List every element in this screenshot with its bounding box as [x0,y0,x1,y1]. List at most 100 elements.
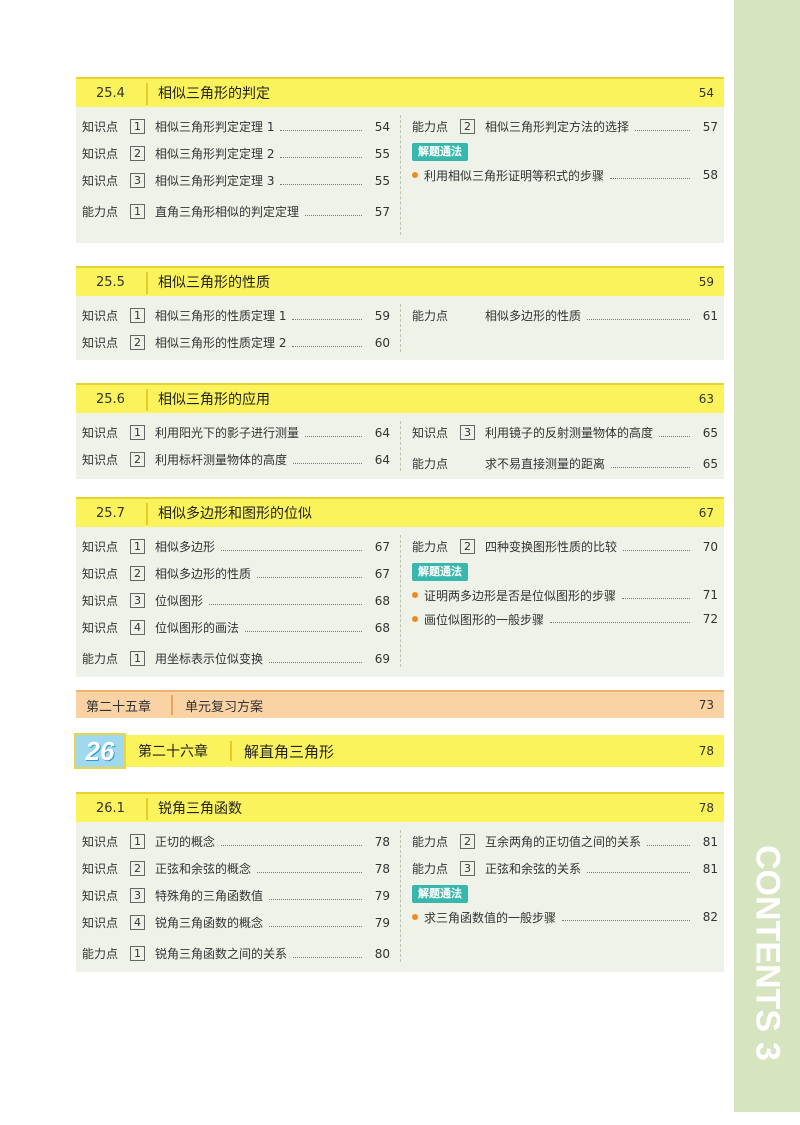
entry-page: 55 [374,173,390,188]
leader-dots [280,177,362,185]
chapter-page: 78 [698,744,714,758]
section-25-7: 25.7 相似多边形和图形的位似 67 知识点 1 相似多边形 67 知识点 2 相似多边… [76,497,724,677]
bullet-icon [412,592,418,598]
method-entry[interactable]: 利用相似三角形证明等积式的步骤 58 [412,163,718,187]
entry-number: 1 [130,651,145,666]
right-column: 能力点 2 相似三角形判定方法的选择 57 解题通法 利用相似三角形证明等积式的步骤 5… [412,113,718,187]
entry-page: 69 [374,651,390,666]
section-body: 知识点 1 利用阳光下的影子进行测量 64 知识点 2 利用标杆测量物体的高度 64 知识点… [76,413,724,479]
leader-dots [269,892,362,900]
entry-page: 67 [374,566,390,581]
entry-page: 70 [702,539,718,554]
toc-entry[interactable]: 能力点 3 正弦和余弦的关系 81 [412,855,718,882]
toc-entry[interactable]: 能力点 1 用坐标表示位似变换 69 [82,645,390,672]
leader-dots [293,950,362,958]
entry-kind: 知识点 [82,147,119,161]
section-body: 知识点 1 正切的概念 78 知识点 2 正弦和余弦的概念 78 知识点 3 特殊角的三角函数值… [76,822,724,972]
chapter-title: 解直角三角形 [244,742,335,761]
toc-entry[interactable]: 知识点 2 利用标杆测量物体的高度 64 [82,446,390,473]
toc-entry[interactable]: 知识点 4 位似图形的画法 68 [82,614,390,641]
section-page: 59 [698,275,714,289]
method-tag-wrap: 解题通法 [412,140,718,163]
right-column: 知识点 3 利用镜子的反射测量物体的高度 65 能力点 求不易直接测量的距离 65 [412,419,718,477]
entry-label: 相似三角形判定定理 2 [155,147,275,161]
left-column: 知识点 1 利用阳光下的影子进行测量 64 知识点 2 利用标杆测量物体的高度 64 [82,419,390,473]
toc-entry[interactable]: 知识点 1 利用阳光下的影子进行测量 64 [82,419,390,446]
unit-review-band[interactable]: 第二十五章 单元复习方案 73 [76,690,724,718]
entry-kind: 能力点 [82,652,119,666]
leader-dots [635,123,690,131]
entry-kind: 知识点 [82,309,119,323]
method-entry[interactable]: 求三角函数值的一般步骤 82 [412,905,718,929]
toc-entry[interactable]: 知识点 3 位似图形 68 [82,587,390,614]
entry-label: 特殊角的三角函数值 [155,889,264,903]
entry-label: 直角三角形相似的判定定理 [155,205,300,219]
toc-entry[interactable]: 知识点 1 正切的概念 78 [82,828,390,855]
method-entry[interactable]: 画位似图形的一般步骤 72 [412,607,718,631]
review-page: 73 [698,698,714,712]
header-divider [146,389,148,411]
review-chapter: 第二十五章 [86,699,152,715]
entry-label: 锐角三角函数之间的关系 [155,947,288,961]
right-column: 能力点 2 四种变换图形性质的比较 70 解题通法 证明两多边形是否是位似图形的步骤 7… [412,533,718,631]
column-separator [400,304,401,352]
entry-kind: 知识点 [82,889,119,903]
toc-entry[interactable]: 知识点 2 正弦和余弦的概念 78 [82,855,390,882]
section-header[interactable]: 25.5 相似三角形的性质 59 [76,266,724,296]
entry-number: 1 [130,204,145,219]
entry-number: 2 [460,834,475,849]
toc-entry[interactable]: 知识点 3 特殊角的三角函数值 79 [82,882,390,909]
entry-number: 3 [460,425,475,440]
entry-label: 相似三角形判定定理 3 [155,174,275,188]
toc-entry[interactable]: 能力点 相似多边形的性质 61 [412,302,718,329]
toc-entry[interactable]: 能力点 2 互余两角的正切值之间的关系 81 [412,828,718,855]
entry-kind: 能力点 [82,947,119,961]
method-entry[interactable]: 证明两多边形是否是位似图形的步骤 71 [412,583,718,607]
entry-page: 64 [374,425,390,440]
leader-dots [305,429,362,437]
leader-dots [622,591,690,599]
toc-entry[interactable]: 能力点 2 相似三角形判定方法的选择 57 [412,113,718,140]
header-divider [146,798,148,820]
section-header[interactable]: 26.1 锐角三角函数 78 [76,792,724,822]
entry-kind: 能力点 [412,835,449,849]
method-tag: 解题通法 [412,885,468,903]
toc-entry[interactable]: 知识点 2 相似三角形判定定理 2 55 [82,140,390,167]
header-divider [146,272,148,294]
toc-entry[interactable]: 知识点 1 相似三角形判定定理 1 54 [82,113,390,140]
toc-entry[interactable]: 知识点 1 相似多边形 67 [82,533,390,560]
entry-label: 正切的概念 [155,835,216,849]
toc-entry[interactable]: 知识点 2 相似三角形的性质定理 2 60 [82,329,390,356]
entry-number: 3 [130,593,145,608]
entry-kind: 能力点 [412,457,449,471]
entry-page: 59 [374,308,390,323]
toc-entry[interactable]: 知识点 2 相似多边形的性质 67 [82,560,390,587]
section-header[interactable]: 25.6 相似三角形的应用 63 [76,383,724,413]
entry-kind: 知识点 [82,540,119,554]
bullet-icon [412,914,418,920]
toc-entry[interactable]: 能力点 求不易直接测量的距离 65 [412,450,718,477]
entry-number: 1 [130,834,145,849]
leader-dots [659,429,690,437]
leader-dots [623,543,690,551]
toc-entry[interactable]: 知识点 3 相似三角形判定定理 3 55 [82,167,390,194]
entry-kind: 知识点 [82,336,119,350]
toc-entry[interactable]: 知识点 1 相似三角形的性质定理 1 59 [82,302,390,329]
section-header[interactable]: 25.7 相似多边形和图形的位似 67 [76,497,724,527]
section-title: 相似多边形和图形的位似 [158,506,312,522]
entry-kind: 能力点 [412,540,449,554]
method-page: 72 [702,612,718,626]
toc-entry[interactable]: 知识点 3 利用镜子的反射测量物体的高度 65 [412,419,718,446]
toc-entry[interactable]: 能力点 2 四种变换图形性质的比较 70 [412,533,718,560]
section-title: 锐角三角函数 [158,801,242,817]
toc-entry[interactable]: 能力点 1 锐角三角函数之间的关系 80 [82,940,390,967]
toc-entry[interactable]: 能力点 1 直角三角形相似的判定定理 57 [82,198,390,225]
section-header[interactable]: 25.4 相似三角形的判定 54 [76,77,724,107]
entry-page: 67 [374,539,390,554]
entry-kind: 知识点 [412,426,449,440]
header-divider [146,503,148,525]
entry-kind: 知识点 [82,594,119,608]
chapter-band[interactable]: 26 第二十六章 解直角三角形 78 [74,733,724,769]
toc-entry[interactable]: 知识点 4 锐角三角函数的概念 79 [82,909,390,936]
entry-page: 57 [702,119,718,134]
